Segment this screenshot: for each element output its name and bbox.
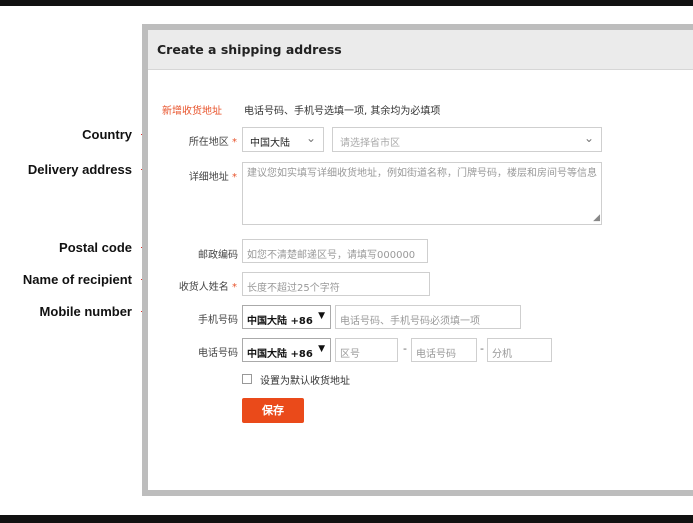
recipient-name-input[interactable]: 长度不超过25个字符 [242,272,430,296]
address-placeholder: 建议您如实填写详细收货地址，例如街道名称，门牌号码，楼层和房间号等信息 [247,168,597,179]
shipping-address-panel: Create a shipping address 新增收货地址 电话号码、手机… [142,24,693,496]
city-select[interactable]: 请选择省市区 ⌄ [332,127,602,152]
bottom-border [0,515,693,523]
default-address-label[interactable]: 设置为默认收货地址 [260,372,350,387]
section-note: 电话号码、手机号选填一项, 其余均为必填项 [244,106,441,117]
address-textarea[interactable]: 建议您如实填写详细收货地址，例如街道名称，门牌号码，楼层和房间号等信息 ◢ [242,162,602,225]
panel-title: Create a shipping address [157,42,342,57]
resize-grip-icon[interactable]: ◢ [593,214,600,223]
mobile-number-input[interactable]: 电话号码、手机号码必须填一项 [335,305,521,329]
default-address-checkbox[interactable] [242,374,252,384]
postal-label: 邮政编码 [198,250,238,261]
mobile-code-value: 中国大陆 +86 [247,316,313,327]
chevron-down-icon: ⌄ [305,131,316,145]
country-select[interactable]: 中国大陆 ⌄ [242,127,324,152]
annotation-delivery-address: Delivery address [27,162,132,177]
mobile-label: 手机号码 [198,315,238,326]
annotation-country: Country [82,127,132,142]
phone-number-input[interactable]: 电话号码 [411,338,477,362]
mobile-number-placeholder: 电话号码、手机号码必须填一项 [340,316,480,327]
phone-number-placeholder: 电话号码 [416,349,456,360]
separator-dash: - [480,342,484,355]
save-button[interactable]: 保存 [242,398,304,423]
separator-dash: - [403,342,407,355]
phone-label: 电话号码 [198,348,238,359]
postal-code-input[interactable]: 如您不清楚邮递区号，请填写000000 [242,239,428,263]
country-select-value: 中国大陆 [250,138,290,149]
mobile-country-code-select[interactable]: 中国大陆 +86 ▼ [242,305,331,329]
recipient-label: 收货人姓名 * [178,282,237,293]
address-label: 详细地址 * [188,172,237,183]
annotation-recipient: Name of recipient [22,272,132,287]
area-code-placeholder: 区号 [340,349,360,360]
postal-code-placeholder: 如您不清楚邮递区号，请填写000000 [247,250,416,261]
top-border [0,0,693,6]
extension-input[interactable]: 分机 [487,338,552,362]
triangle-down-icon: ▼ [318,344,325,354]
extension-placeholder: 分机 [492,349,512,360]
phone-code-value: 中国大陆 +86 [247,349,313,360]
section-title: 新增收货地址 [162,106,222,117]
region-label: 所在地区 * [188,137,237,148]
area-code-input[interactable]: 区号 [335,338,398,362]
annotation-mobile-number: Mobile number [39,304,132,319]
panel-header: Create a shipping address [148,30,693,70]
triangle-down-icon: ▼ [318,311,325,321]
chevron-down-icon: ⌄ [583,131,594,145]
city-select-placeholder: 请选择省市区 [340,138,400,149]
phone-country-code-select[interactable]: 中国大陆 +86 ▼ [242,338,331,362]
annotation-postal-code: Postal code [59,240,132,255]
recipient-name-placeholder: 长度不超过25个字符 [247,283,340,294]
